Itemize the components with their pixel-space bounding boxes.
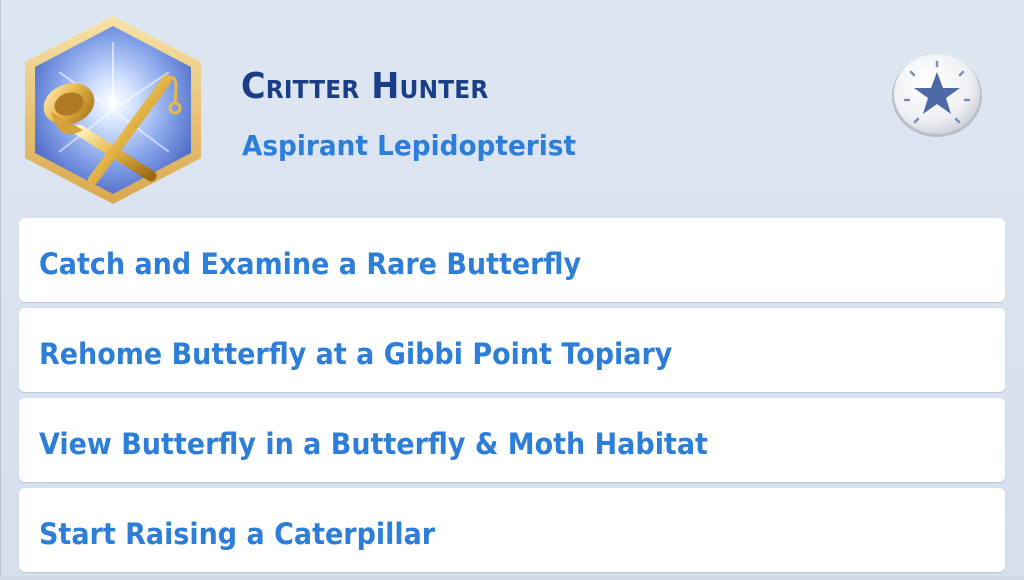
- star-button[interactable]: [889, 50, 985, 138]
- goal-item[interactable]: Rehome Butterfly at a Gibbi Point Topiar…: [19, 308, 1005, 392]
- goal-item[interactable]: Catch and Examine a Rare Butterfly: [19, 218, 1005, 302]
- goal-label: View Butterfly in a Butterfly & Moth Hab…: [39, 427, 708, 461]
- aspiration-subtitle: Aspirant Lepidopterist: [242, 129, 577, 162]
- goal-list: Catch and Examine a Rare Butterfly Rehom…: [19, 218, 1005, 578]
- aspiration-badge-icon: [25, 16, 201, 204]
- goal-item[interactable]: View Butterfly in a Butterfly & Moth Hab…: [19, 398, 1005, 482]
- aspiration-header: Critter Hunter Aspirant Lepidopterist: [1, 0, 1024, 218]
- aspiration-title: Critter Hunter: [241, 66, 489, 107]
- goal-item[interactable]: Start Raising a Caterpillar: [19, 488, 1005, 572]
- aspiration-panel: Critter Hunter Aspirant Lepidopterist Ca…: [0, 0, 1024, 576]
- goal-label: Catch and Examine a Rare Butterfly: [39, 247, 582, 281]
- goal-label: Start Raising a Caterpillar: [39, 517, 436, 551]
- goal-label: Rehome Butterfly at a Gibbi Point Topiar…: [39, 337, 673, 371]
